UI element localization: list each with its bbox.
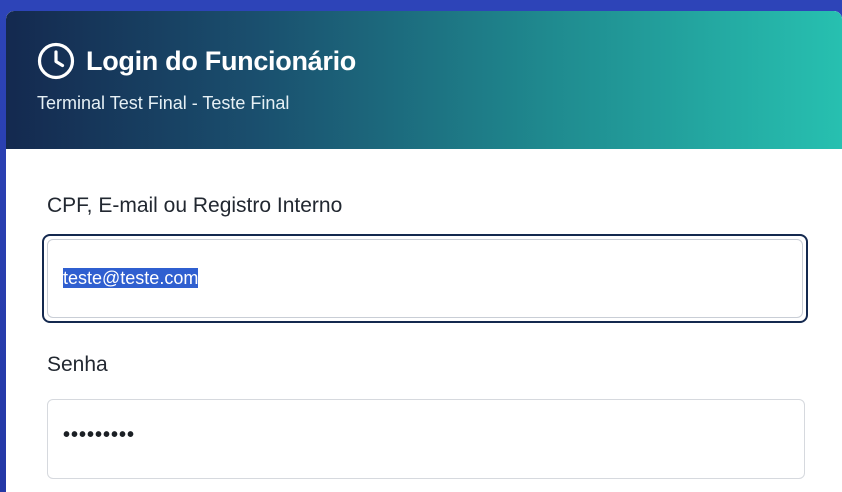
password-field-label: Senha xyxy=(47,353,108,376)
terminal-subtitle: Terminal Test Final - Teste Final xyxy=(37,93,290,113)
clock-icon xyxy=(37,42,75,80)
header-title-row: Login do Funcionário xyxy=(37,42,356,80)
selected-login-text: teste@teste.com xyxy=(63,268,199,288)
card-header: Login do Funcionário Terminal Test Final… xyxy=(6,11,842,149)
login-input-value: teste@teste.com xyxy=(63,268,199,289)
login-input[interactable]: teste@teste.com xyxy=(47,239,803,318)
password-input-value: ••••••••• xyxy=(63,424,136,446)
login-card: Login do Funcionário Terminal Test Final… xyxy=(6,11,842,492)
page-title: Login do Funcionário xyxy=(86,45,356,76)
login-field-label: CPF, E-mail ou Registro Interno xyxy=(47,194,343,217)
password-input[interactable]: ••••••••• xyxy=(47,399,805,479)
